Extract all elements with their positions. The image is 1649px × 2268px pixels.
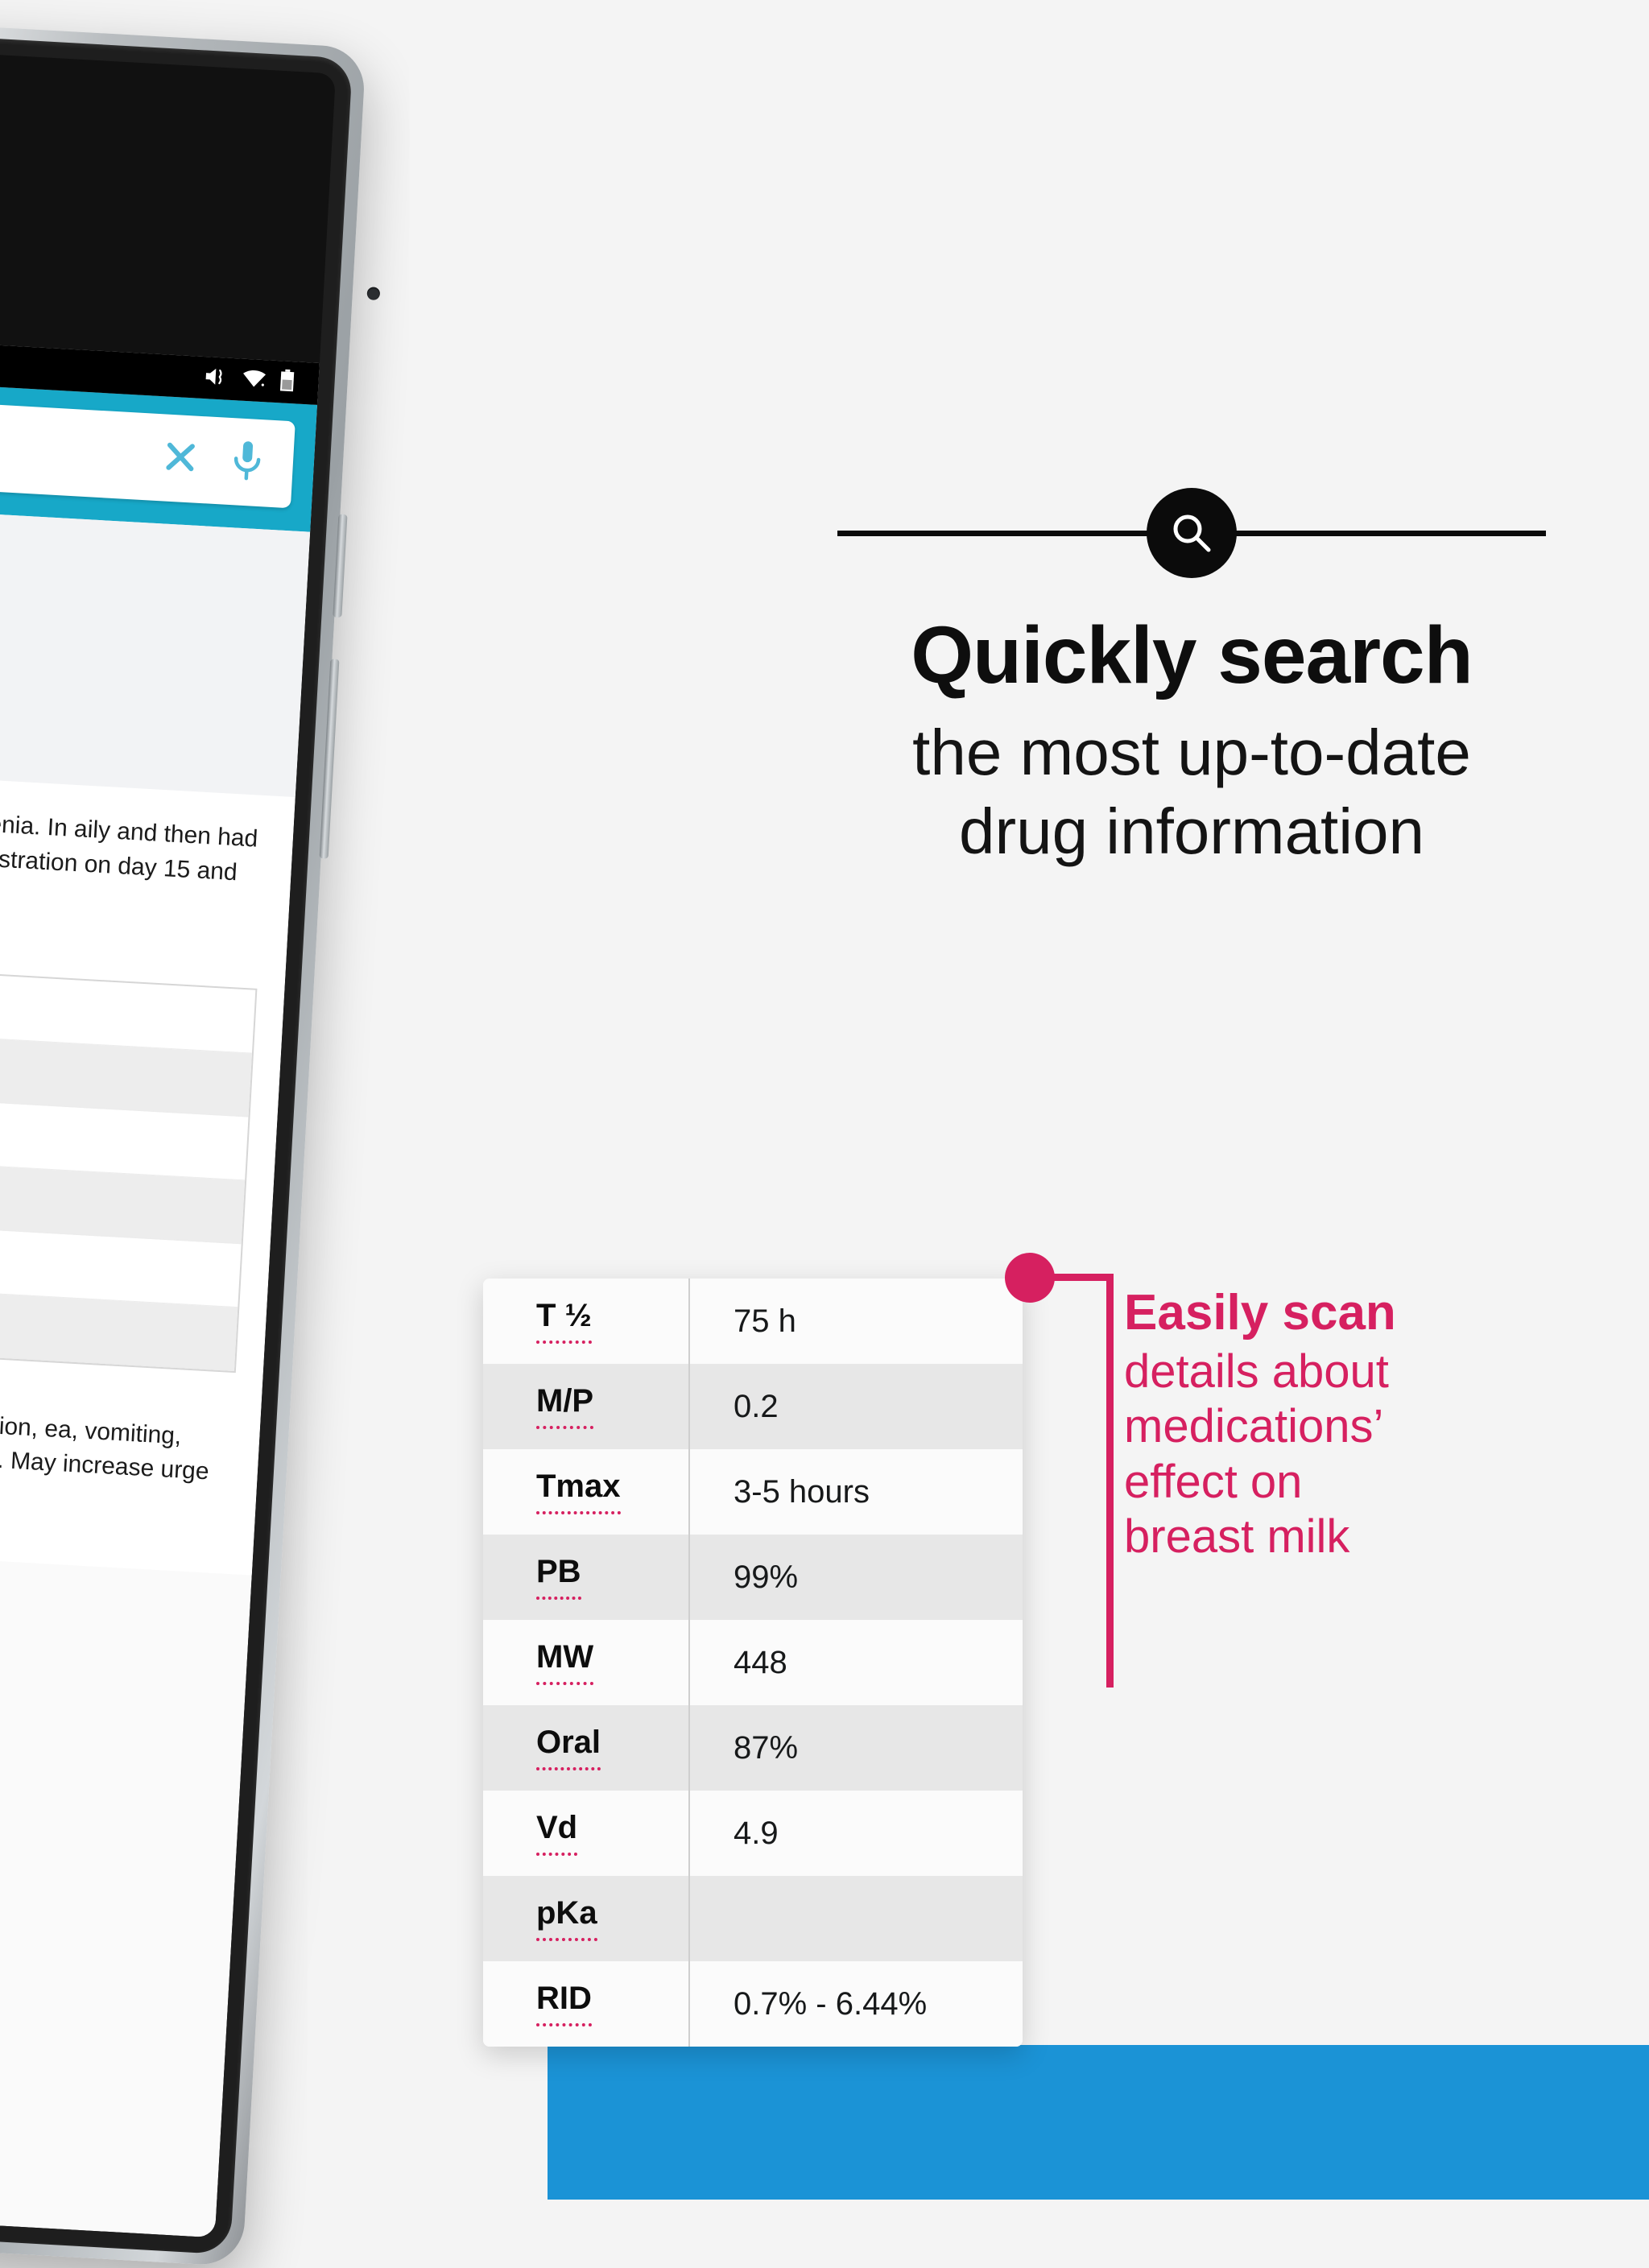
- page-subtitle-line2: drug information: [958, 795, 1425, 867]
- callout-body-line3: effect on: [1124, 1455, 1303, 1508]
- table-cell-value: 4.9: [688, 1791, 1023, 1876]
- property-label: Tmax: [536, 1470, 621, 1514]
- search-input[interactable]: [0, 388, 295, 509]
- table-cell-label: Oral: [483, 1705, 688, 1791]
- table-row[interactable]: Tmax 3-5 hours: [483, 1449, 1023, 1535]
- table-cell-value: 99%: [688, 1535, 1023, 1620]
- divider-rule-right: [1232, 530, 1546, 536]
- table-row[interactable]: M/P 0.2: [483, 1364, 1023, 1449]
- front-camera-icon: [366, 287, 381, 301]
- callout-body-line1: details about: [1124, 1345, 1389, 1398]
- callout-connector: [1005, 1253, 1134, 1688]
- callout-block: Easily scan details about medications’ e…: [1124, 1287, 1470, 1564]
- app-article-paragraph-top: r the treatment for schizophrenia. In ai…: [0, 794, 259, 886]
- app-striped-table: [0, 956, 258, 1373]
- headline-block: Quickly search the most up-to-date drug …: [837, 483, 1546, 870]
- table-row[interactable]: Oral 87%: [483, 1705, 1023, 1791]
- callout-title: Easily scan: [1124, 1285, 1396, 1341]
- tablet-device: r the treatment for schizophrenia. In ai…: [0, 9, 381, 2267]
- table-row[interactable]: pKa: [483, 1876, 1023, 1961]
- callout-body: details about medications’ effect on bre…: [1124, 1345, 1470, 1565]
- page-subtitle-line1: the most up-to-date: [912, 717, 1471, 788]
- property-label: PB: [536, 1555, 581, 1600]
- property-label: MW: [536, 1641, 594, 1685]
- search-icon: [1147, 488, 1237, 578]
- page-subtitle: the most up-to-date drug information: [837, 713, 1546, 870]
- table-cell-value: [688, 1876, 1023, 1961]
- search-input-value: [0, 433, 132, 456]
- table-cell-value: 3-5 hours: [688, 1449, 1023, 1535]
- callout-body-line4: breast milk: [1124, 1510, 1350, 1564]
- table-cell-label: Tmax: [483, 1449, 688, 1535]
- table-cell-label: PB: [483, 1535, 688, 1620]
- headline-divider: [837, 483, 1546, 583]
- property-label: T ½: [536, 1299, 592, 1344]
- table-row[interactable]: T ½ 75 h: [483, 1279, 1023, 1364]
- close-icon[interactable]: [158, 435, 202, 483]
- table-cell-value: 0.2: [688, 1364, 1023, 1449]
- table-cell-value: 75 h: [688, 1279, 1023, 1364]
- table-cell-value: 0.7% - 6.44%: [688, 1961, 1023, 2047]
- divider-rule-left: [837, 530, 1151, 536]
- table-cell-label: MW: [483, 1620, 688, 1705]
- table-row[interactable]: RID 0.7% - 6.44%: [483, 1961, 1023, 2047]
- app-article: r the treatment for schizophrenia. In ai…: [0, 762, 295, 1576]
- table-cell-label: pKa: [483, 1876, 688, 1961]
- table-row: [0, 957, 256, 1054]
- connector-vertical-line: [1106, 1274, 1114, 1688]
- property-label: Vd: [536, 1812, 578, 1856]
- connector-horizontal-line: [1030, 1274, 1114, 1281]
- wifi-icon: [241, 367, 268, 394]
- table-cell-value: 448: [688, 1620, 1023, 1705]
- callout-body-line2: medications’: [1124, 1400, 1384, 1453]
- table-cell-label: RID: [483, 1961, 688, 2047]
- table-cell-value: 87%: [688, 1705, 1023, 1791]
- page-title: Quickly search: [911, 610, 1473, 700]
- drug-properties-table: T ½ 75 h M/P 0.2 Tmax 3-5 hours PB 99% M…: [483, 1279, 1023, 2047]
- app-article-paragraph-bottom: pain, tachycardia, QTc prolongation, ea,…: [0, 1394, 210, 1485]
- property-label: RID: [536, 1982, 592, 2026]
- bottom-blue-band: [548, 2045, 1649, 2200]
- property-label: M/P: [536, 1385, 594, 1429]
- property-label: pKa: [536, 1897, 597, 1941]
- microphone-icon[interactable]: [227, 436, 267, 487]
- battery-icon: [279, 369, 295, 396]
- app-content-gap: [0, 496, 311, 798]
- property-label: Oral: [536, 1726, 601, 1770]
- table-row[interactable]: Vd 4.9: [483, 1791, 1023, 1876]
- table-cell-label: Vd: [483, 1791, 688, 1876]
- table-row[interactable]: MW 448: [483, 1620, 1023, 1705]
- table-cell-label: T ½: [483, 1279, 688, 1364]
- mute-vibrate-icon: [204, 366, 229, 392]
- table-cell-label: M/P: [483, 1364, 688, 1449]
- table-row[interactable]: PB 99%: [483, 1535, 1023, 1620]
